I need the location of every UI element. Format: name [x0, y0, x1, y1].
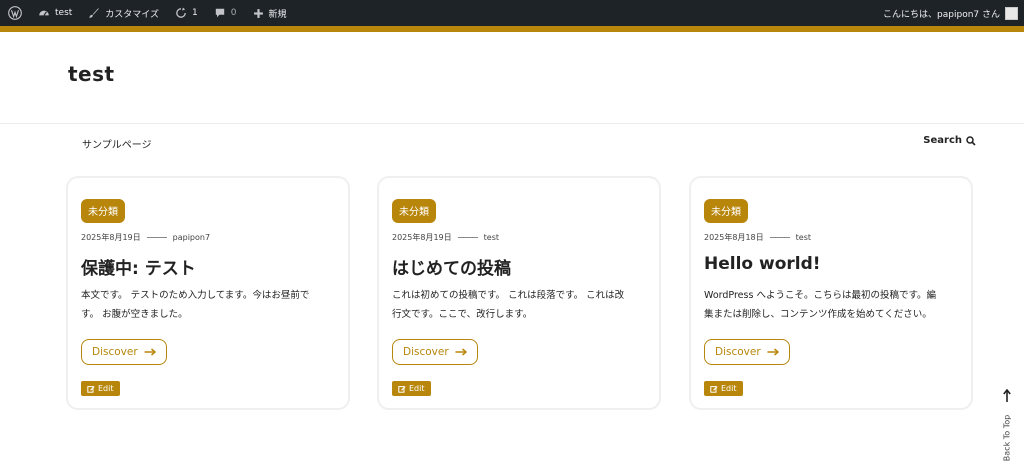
post-meta: 2025年8月19日 papipon7 [81, 232, 210, 243]
post-date[interactable]: 2025年8月19日 [81, 232, 141, 243]
arrow-right-icon [144, 348, 156, 356]
updates-menu[interactable]: 1 [167, 0, 206, 26]
update-icon [176, 7, 186, 18]
excerpt-line: これは初めての投稿です。 これは段落です。 これは改 [392, 290, 625, 301]
edit-button[interactable]: Edit [704, 381, 743, 396]
search-label: Search [923, 135, 962, 146]
excerpt-line: 集または削除し、コンテンツ作成を始めてください。 [704, 309, 932, 320]
post-date[interactable]: 2025年8月18日 [704, 232, 764, 243]
arrow-up-icon [1003, 389, 1011, 402]
category-badge[interactable]: 未分類 [81, 199, 125, 223]
post-title[interactable]: はじめての投稿 [392, 254, 511, 279]
post-author[interactable]: papipon7 [173, 233, 210, 242]
category-badge[interactable]: 未分類 [392, 199, 436, 223]
post-title[interactable]: 保護中: テスト [81, 254, 196, 279]
edit-label: Edit [98, 384, 114, 393]
search-icon [966, 135, 976, 146]
brush-icon [89, 8, 100, 18]
edit-icon [398, 385, 406, 393]
header-divider [0, 123, 1024, 124]
wordpress-menu[interactable] [0, 0, 30, 26]
plus-icon [253, 8, 263, 18]
meta-divider [769, 237, 790, 238]
customize-label: カスタマイズ [105, 9, 160, 20]
discover-label: Discover [92, 346, 138, 358]
post-meta: 2025年8月18日 test [704, 232, 811, 243]
post-author[interactable]: test [796, 233, 811, 242]
avatar-icon [1005, 6, 1018, 20]
post-date[interactable]: 2025年8月19日 [392, 232, 452, 243]
post-meta: 2025年8月19日 test [392, 232, 499, 243]
back-to-top-label: Back To Top [1002, 414, 1012, 462]
edit-icon [87, 385, 95, 393]
comment-icon [215, 8, 224, 18]
excerpt-line: WordPress へようこそ。こちらは最初の投稿です。編 [704, 290, 936, 301]
accent-bar [0, 26, 1024, 32]
excerpt-line: す。 お腹が空きました。 [81, 309, 188, 320]
meta-divider [457, 237, 478, 238]
discover-label: Discover [715, 346, 761, 358]
post-card: 未分類 2025年8月19日 papipon7 保護中: テスト 本文です。 テ… [66, 176, 350, 410]
new-label: 新規 [268, 9, 287, 20]
site-title[interactable]: test [68, 62, 115, 86]
dashboard-icon [39, 10, 49, 16]
post-excerpt: 本文です。 テストのため入力してます。今はお昼前で す。 お腹が空きました。 [81, 286, 343, 324]
arrow-right-icon [455, 348, 467, 356]
search-button[interactable]: Search [923, 135, 976, 146]
edit-label: Edit [721, 384, 737, 393]
post-card: 未分類 2025年8月19日 test はじめての投稿 これは初めての投稿です。… [377, 176, 661, 410]
comments-count: 0 [230, 8, 237, 18]
edit-label: Edit [409, 384, 425, 393]
comments-menu[interactable]: 0 [206, 0, 245, 26]
discover-label: Discover [403, 346, 449, 358]
excerpt-line: 行文です。ここで、改行します。 [392, 309, 533, 320]
customize-menu[interactable]: カスタマイズ [80, 0, 167, 26]
nav-item-sample-page[interactable]: サンプルページ [82, 136, 152, 151]
post-author[interactable]: test [484, 233, 499, 242]
new-content-menu[interactable]: 新規 [245, 0, 295, 26]
discover-button[interactable]: Discover [704, 339, 790, 365]
edit-button[interactable]: Edit [81, 381, 120, 396]
edit-icon [710, 385, 718, 393]
account-menu[interactable]: こんにちは、papipon7 さん [883, 6, 1024, 20]
discover-button[interactable]: Discover [392, 339, 478, 365]
site-name-menu[interactable]: test [30, 0, 80, 26]
updates-count: 1 [192, 8, 198, 18]
category-badge[interactable]: 未分類 [704, 199, 748, 223]
post-excerpt: これは初めての投稿です。 これは段落です。 これは改 行文です。ここで、改行しま… [392, 286, 654, 324]
post-title[interactable]: Hello world! [704, 254, 821, 274]
meta-divider [146, 237, 167, 238]
wordpress-logo-icon [8, 6, 22, 20]
excerpt-line: 本文です。 テストのため入力してます。今はお昼前で [81, 290, 310, 301]
post-card: 未分類 2025年8月18日 test Hello world! WordPre… [689, 176, 973, 410]
post-excerpt: WordPress へようこそ。こちらは最初の投稿です。編 集または削除し、コン… [704, 286, 966, 324]
site-name-label: test [55, 8, 73, 18]
edit-button[interactable]: Edit [392, 381, 431, 396]
greeting-text: こんにちは、papipon7 さん [883, 9, 1000, 20]
discover-button[interactable]: Discover [81, 339, 167, 365]
arrow-right-icon [767, 348, 779, 356]
admin-bar: test カスタマイズ 1 0 新規 こんにちは、papipon7 さん [0, 0, 1024, 26]
